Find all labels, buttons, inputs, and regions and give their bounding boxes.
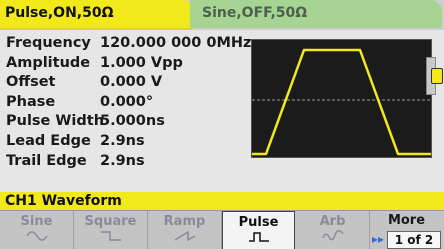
softkey-label: Pulse (238, 215, 279, 230)
softkey-bar: Sine Square Ramp Pulse Arb More ▸▸ 1 of … (0, 210, 444, 249)
param-value: 0.000 V (100, 74, 163, 91)
parameter-panel: Frequency 120.000 000 0MHz Amplitude 1.0… (0, 30, 444, 192)
softkey-pulse[interactable]: Pulse (222, 211, 295, 249)
softkey-more[interactable]: More ▸▸ 1 of 2 (370, 211, 444, 249)
softkey-label: Sine (20, 214, 53, 229)
softkey-label: More (387, 213, 426, 228)
param-label: Phase (6, 93, 56, 110)
page-indicator: 1 of 2 (387, 231, 441, 249)
param-value: 1.000 Vpp (100, 54, 183, 71)
pulse-wave-icon (248, 232, 269, 242)
softkey-square[interactable]: Square (74, 211, 148, 249)
tab-channel-2-label: Sine,OFF,50Ω (202, 5, 308, 21)
param-value: 2.9ns (100, 132, 145, 149)
param-label: Frequency (6, 35, 91, 51)
softkey-sine[interactable]: Sine (0, 211, 74, 249)
offset-marker-handle (431, 68, 443, 84)
status-bar: CH1 Waveform (0, 192, 444, 210)
param-value: 5.000ns (100, 113, 165, 130)
channel-tabs: Pulse,ON,50Ω Sine,OFF,50Ω (0, 0, 444, 30)
tab-channel-1-label: Pulse,ON,50Ω (5, 5, 114, 21)
square-wave-icon (100, 231, 121, 241)
param-label: Offset (6, 74, 56, 91)
softkey-ramp[interactable]: Ramp (148, 211, 222, 249)
tab-channel-2[interactable]: Sine,OFF,50Ω (190, 0, 442, 28)
status-text: CH1 Waveform (5, 193, 122, 209)
ramp-wave-icon (174, 230, 195, 242)
sine-wave-icon (25, 231, 48, 241)
param-label: Lead Edge (6, 132, 91, 149)
param-value: 0.000° (100, 93, 154, 110)
softkey-arb[interactable]: Arb (296, 211, 370, 249)
param-value: 2.9ns (100, 152, 145, 169)
function-generator-screen: Pulse,ON,50Ω Sine,OFF,50Ω Frequency 120.… (0, 0, 444, 249)
param-label: Trail Edge (6, 152, 87, 169)
softkey-label: Square (84, 214, 137, 229)
softkey-label: Ramp (163, 214, 206, 229)
pulse-waveform-graphic (252, 48, 431, 156)
param-value: 120.000 000 0MHz (100, 35, 252, 51)
waveform-display (251, 39, 432, 158)
tab-channel-1[interactable]: Pulse,ON,50Ω (0, 0, 193, 30)
pulse-trace (252, 48, 431, 156)
softkey-label: Arb (319, 214, 346, 229)
param-label: Amplitude (6, 54, 91, 71)
param-label: Pulse Width (6, 113, 105, 130)
arb-wave-icon (321, 230, 344, 241)
double-chevron-right-icon: ▸▸ (372, 232, 385, 246)
